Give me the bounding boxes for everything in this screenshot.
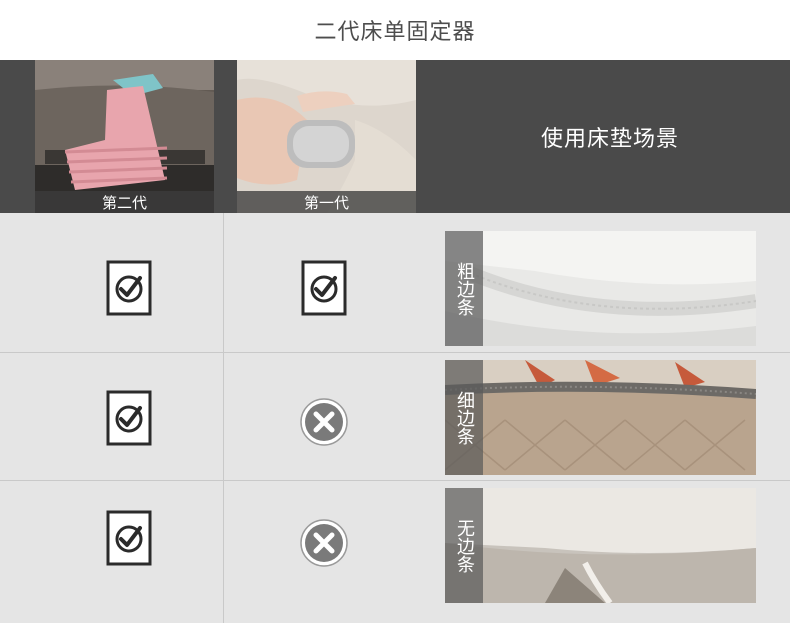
gen2-check-icon: [106, 390, 152, 446]
gen2-check-icon: [106, 260, 152, 316]
no-edge-label: 无边条: [445, 488, 483, 603]
page-title: 二代床单固定器: [0, 0, 790, 60]
no-edge-mattress-photo: 无边条: [445, 488, 756, 603]
gen1-cross-icon: [300, 519, 348, 567]
gen2-check-icon: [106, 510, 152, 566]
gen1-check-icon: [301, 260, 347, 316]
comparison-row-no-edge: 无边条: [0, 481, 790, 623]
comparison-grid: 粗边条 细边条 无边条: [0, 213, 790, 623]
scene-header-label: 使用床垫场景: [540, 126, 679, 152]
gen1-cross-icon: [300, 398, 348, 446]
thin-edge-mattress-photo: 细边条: [445, 360, 756, 475]
thin-edge-label: 细边条: [445, 360, 483, 475]
comparison-row-thin-edge: 细边条: [0, 353, 790, 481]
gen2-caption: 第二代: [35, 191, 214, 213]
header-band: 第二代 第一代 使用床垫场景: [0, 60, 790, 213]
thick-edge-mattress-photo: 粗边条: [445, 231, 756, 346]
gen1-caption: 第一代: [237, 191, 416, 213]
gen2-product-photo: 第二代: [35, 60, 214, 213]
thick-edge-label: 粗边条: [445, 231, 483, 346]
gen1-product-photo: 第一代: [237, 60, 416, 213]
comparison-row-thick-edge: 粗边条: [0, 213, 790, 353]
